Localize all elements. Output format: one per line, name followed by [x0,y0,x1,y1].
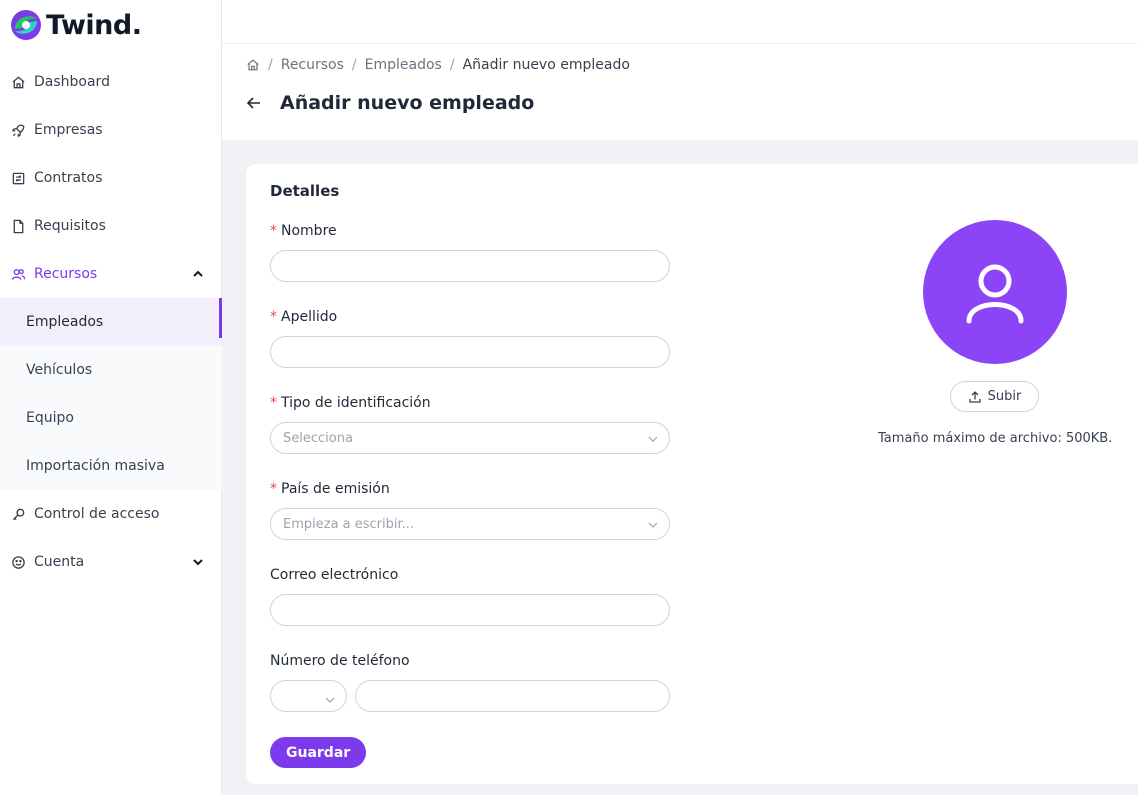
smile-icon [10,554,26,570]
employee-form-card: Detalles * Nombre * Apellido * Tipo de iden… [246,164,1138,784]
sidebar-item-label: Control de acceso [34,506,160,522]
home-icon[interactable] [246,58,260,72]
app-name: Twind. [46,9,142,41]
title-row: Añadir nuevo empleado [246,92,534,114]
app-logo[interactable]: Twind. [10,8,142,42]
required-marker: * [270,481,277,497]
sidebar-subitem-empleados[interactable]: Empleados [0,298,222,346]
rocket-icon [10,122,26,138]
chevron-up-icon [191,267,205,281]
sidebar-subitem-label: Importación masiva [26,458,165,474]
pais-label-text: País de emisión [281,481,390,497]
sidebar-item-label: Recursos [34,266,98,282]
nombre-input[interactable] [270,250,670,282]
telefono-label: Número de teléfono [270,653,410,669]
sidebar-subitem-label: Empleados [26,314,104,330]
sidebar-item-label: Contratos [34,170,103,186]
sidebar-nav: Dashboard Empresas Contratos Requisitos … [0,58,222,586]
sidebar-subitem-equipo[interactable]: Equipo [0,394,222,442]
correo-label: Correo electrónico [270,567,398,583]
document-icon [10,218,26,234]
users-icon [10,266,26,282]
breadcrumb-separator: / [449,57,455,73]
sidebar-item-recursos[interactable]: Recursos [0,250,222,298]
sidebar-item-contratos[interactable]: Contratos [0,154,222,202]
sidebar-item-label: Dashboard [34,74,110,90]
sidebar-item-dashboard[interactable]: Dashboard [0,58,222,106]
sidebar-item-cuenta[interactable]: Cuenta [0,538,222,586]
breadcrumb: / Recursos / Empleados / Añadir nuevo em… [246,57,630,73]
top-bar [222,0,1138,44]
upload-label: Subir [987,389,1022,404]
page-title: Añadir nuevo empleado [280,92,535,114]
sidebar-item-label: Empresas [34,122,103,138]
correo-label-text: Correo electrónico [270,567,399,583]
breadcrumb-link-empleados[interactable]: Empleados [365,57,442,73]
key-icon [10,506,26,522]
back-arrow-icon[interactable] [246,94,264,112]
tipo-id-label: * Tipo de identificación [270,395,431,411]
apellido-input[interactable] [270,336,670,368]
sidebar-item-label: Cuenta [34,554,85,570]
correo-input[interactable] [270,594,670,626]
breadcrumb-current: Añadir nuevo empleado [462,57,630,73]
chevron-down-icon [324,691,336,703]
required-marker: * [270,223,277,239]
apellido-label-text: Apellido [281,309,338,325]
pais-select[interactable]: Empieza a escribir... [270,508,670,540]
sidebar-item-requisitos[interactable]: Requisitos [0,202,222,250]
tipo-id-select[interactable]: Selecciona [270,422,670,454]
breadcrumb-separator: / [268,57,273,73]
home-icon [10,74,26,90]
chevron-down-icon [647,433,659,445]
sidebar-item-control-acceso[interactable]: Control de acceso [0,490,222,538]
upload-icon [968,390,982,404]
contract-icon [10,170,26,186]
sidebar-item-empresas[interactable]: Empresas [0,106,222,154]
user-icon [966,264,1024,324]
upload-button[interactable]: Subir [950,381,1039,412]
chevron-down-icon [191,555,205,569]
section-title: Detalles [270,182,340,200]
apellido-label: * Apellido [270,309,337,325]
avatar [923,220,1067,364]
phone-country-code-select[interactable] [270,680,347,712]
breadcrumb-separator: / [351,57,357,73]
telefono-label-text: Número de teléfono [270,653,410,669]
breadcrumb-link-recursos[interactable]: Recursos [281,57,344,73]
telefono-input[interactable] [355,680,670,712]
tipo-id-placeholder: Selecciona [283,430,353,446]
sidebar-subitem-importacion[interactable]: Importación masiva [0,442,222,490]
max-file-size-text: Tamaño máximo de archivo: 500KB. [878,431,1113,446]
logo-mark-icon [10,9,42,41]
sidebar-subitem-vehiculos[interactable]: Vehículos [0,346,222,394]
pais-placeholder: Empieza a escribir... [283,516,415,532]
sidebar: Twind. Dashboard Empresas Contratos Requ… [0,0,222,795]
page-header: / Recursos / Empleados / Añadir nuevo em… [222,44,1138,140]
sidebar-subnav-recursos: Empleados Vehículos Equipo Importación m… [0,298,222,490]
sidebar-subitem-label: Vehículos [26,362,93,378]
chevron-down-icon [647,519,659,531]
tipo-id-label-text: Tipo de identificación [281,395,431,411]
nombre-label: * Nombre [270,223,337,239]
required-marker: * [270,309,277,325]
pais-label: * País de emisión [270,481,390,497]
required-marker: * [270,395,277,411]
sidebar-item-label: Requisitos [34,218,106,234]
save-button[interactable]: Guardar [270,737,367,768]
nombre-label-text: Nombre [281,223,337,239]
sidebar-subitem-label: Equipo [26,410,74,426]
